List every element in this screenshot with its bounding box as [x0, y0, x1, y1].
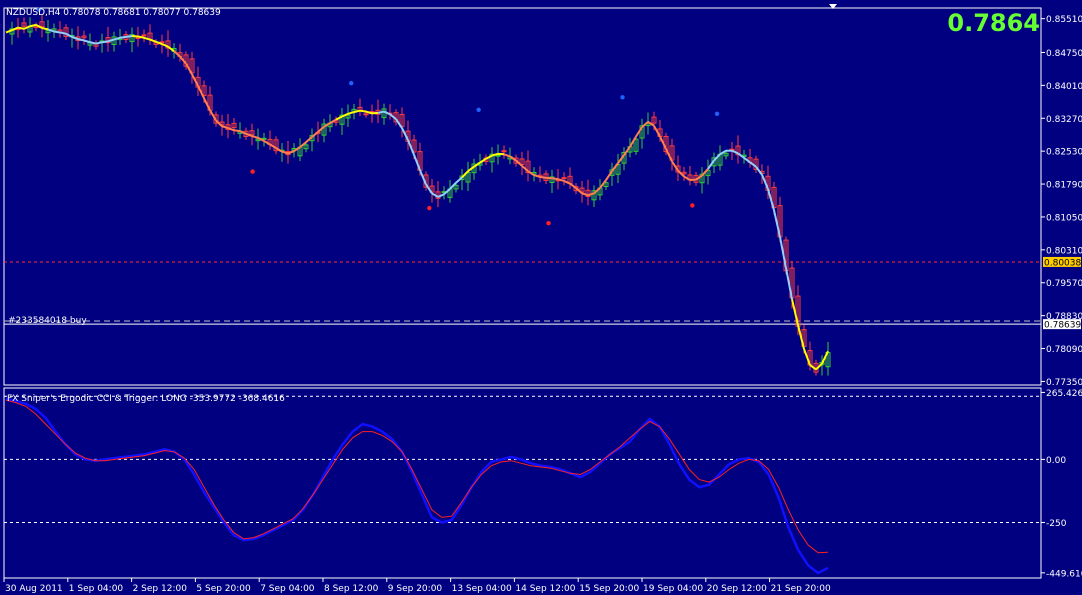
fractal-up-dot — [349, 80, 354, 86]
candle-body — [495, 154, 501, 157]
x-tick-label: 8 Sep 12:00 — [324, 584, 379, 594]
y-tick-label: 0.85510 — [1046, 15, 1082, 25]
ma-segment — [233, 129, 241, 133]
indicator-y-tick-label: -250 — [1046, 519, 1067, 529]
ma-segment — [377, 110, 385, 114]
ma-segment — [89, 41, 97, 45]
x-tick-label: 14 Sep 12:00 — [515, 584, 575, 594]
ma-segment — [59, 31, 67, 35]
indicator-y-tick-label: -449.610 — [1046, 569, 1082, 579]
y-tick-label: 0.81050 — [1046, 213, 1082, 223]
symbol-info: NZDUSD,H4 0.78078 0.78681 0.78077 0.7863… — [6, 8, 221, 18]
candle-body — [501, 150, 507, 153]
fractal-up-dot — [620, 95, 625, 100]
indicator-y-tick-label: 0.00 — [1046, 456, 1066, 466]
x-tick-label: 15 Sep 20:00 — [579, 584, 639, 594]
fractal-down-dot — [690, 203, 695, 208]
y-tick-label: 0.83270 — [1046, 115, 1082, 125]
fractal-up-dot — [714, 111, 720, 117]
candle-body — [561, 177, 567, 180]
y-tick-label: 0.84010 — [1046, 82, 1082, 92]
ma-segment — [137, 35, 145, 39]
big-price: 0.7864 — [947, 9, 1040, 37]
ma-segment — [119, 35, 127, 39]
ma-segment — [353, 109, 361, 114]
y-tick-label: 0.82530 — [1046, 148, 1082, 158]
y-tick-label: 0.84750 — [1046, 49, 1082, 59]
price-tag-label: 0.80038 — [1044, 258, 1081, 268]
x-tick-label: 20 Sep 12:00 — [707, 584, 767, 594]
ma-segment — [359, 109, 367, 113]
background — [0, 0, 1082, 595]
y-tick-label: 0.78830 — [1046, 312, 1082, 322]
x-tick-label: 21 Sep 20:00 — [771, 584, 831, 594]
y-tick-label: 0.77350 — [1046, 378, 1082, 388]
ma-segment — [17, 26, 25, 30]
x-tick-label: 13 Sep 04:00 — [452, 584, 512, 594]
ma-segment — [77, 38, 85, 42]
x-tick-label: 1 Sep 04:00 — [69, 584, 124, 594]
y-tick-label: 0.79570 — [1046, 279, 1082, 289]
fractal-up-dot — [476, 107, 481, 113]
x-tick-label: 30 Aug 2011 — [5, 584, 63, 594]
ma-segment — [551, 177, 559, 181]
candle-body — [363, 113, 369, 116]
fractal-down-dot — [250, 169, 255, 174]
fractal-down-dot — [427, 205, 432, 211]
x-tick-label: 19 Sep 04:00 — [643, 584, 703, 594]
y-tick-label: 0.81790 — [1046, 181, 1082, 191]
ma-segment — [539, 175, 547, 179]
x-tick-label: 7 Sep 04:00 — [260, 584, 315, 594]
indicator-title: FX Sniper's Ergodic CCI & Trigger: LONG … — [7, 394, 285, 404]
chart-canvas: 0.800380.786390.855100.847500.840100.832… — [0, 0, 1082, 595]
ma-segment — [101, 40, 109, 44]
x-tick-label: 2 Sep 12:00 — [133, 584, 188, 594]
order-label: #233584018 buy — [8, 316, 87, 326]
y-tick-label: 0.80310 — [1046, 246, 1082, 256]
ma-segment — [41, 27, 49, 31]
ma-segment — [95, 41, 103, 45]
candle-body — [141, 34, 147, 37]
fractal-down-dot — [546, 220, 551, 226]
ma-segment — [125, 35, 133, 38]
x-tick-label: 9 Sep 20:00 — [388, 584, 443, 594]
indicator-y-tick-label: 265.4263 — [1046, 389, 1082, 399]
ma-segment — [29, 23, 37, 28]
x-tick-label: 5 Sep 20:00 — [196, 584, 251, 594]
ma-segment — [53, 30, 61, 34]
y-tick-label: 0.78090 — [1046, 345, 1082, 355]
